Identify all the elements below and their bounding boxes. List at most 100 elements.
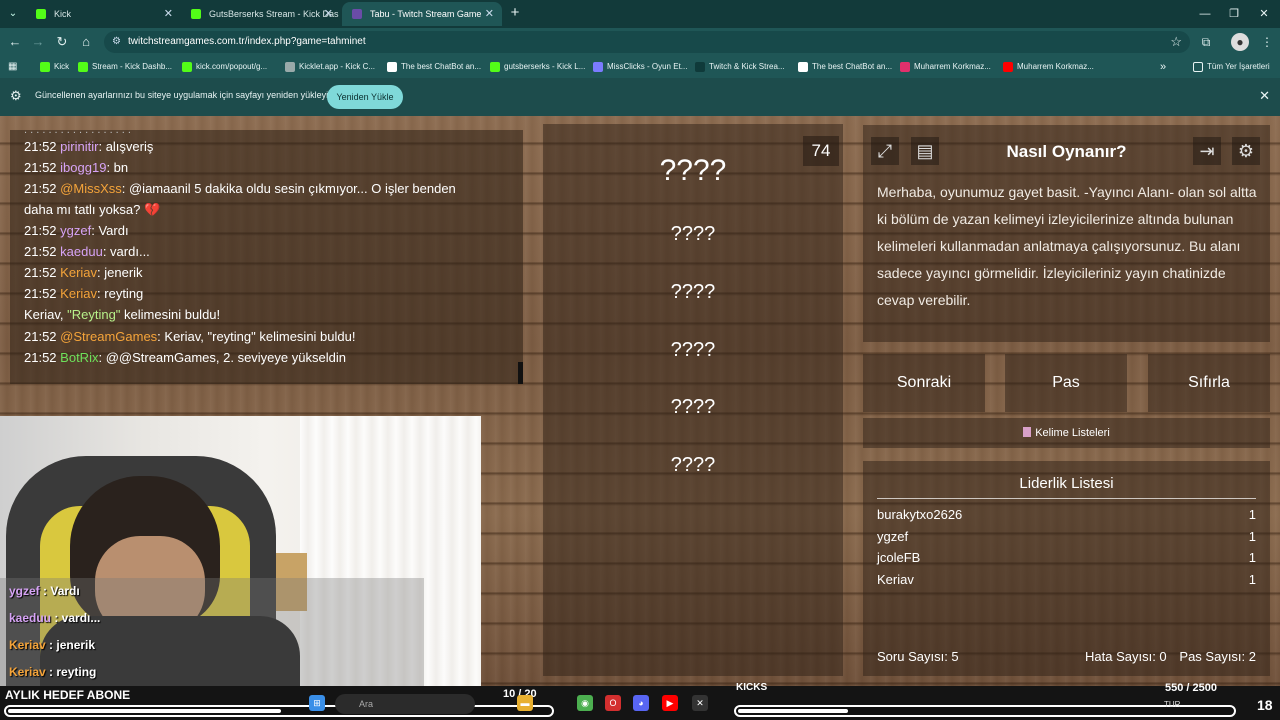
site-info-icon[interactable]: ⚙ xyxy=(112,31,121,53)
url-text: twitchstreamgames.com.tr/index.php?game=… xyxy=(128,36,366,47)
bookmark-item[interactable]: gutsberserks - Kick L... xyxy=(490,59,585,75)
apps-grid-icon[interactable]: ▦ xyxy=(8,59,17,75)
forward-button[interactable]: → xyxy=(29,33,47,51)
leaderboard-row: ygzef 1 xyxy=(877,529,1256,544)
minimize-button[interactable]: — xyxy=(1193,4,1217,24)
reload-button[interactable]: ↻ xyxy=(53,33,71,51)
site-favicon-icon xyxy=(695,62,705,72)
menu-kebab-icon[interactable]: ⋮ xyxy=(1258,33,1276,51)
goal-label: AYLIK HEDEF ABONE xyxy=(5,688,131,702)
chrome-icon[interactable]: ◉ xyxy=(577,695,593,711)
app-icon[interactable]: ✕ xyxy=(692,695,708,711)
cam-chat-line: ygzef : Vardı xyxy=(9,584,80,598)
new-tab-button[interactable]: + xyxy=(505,3,525,23)
hidden-main-word: ???? xyxy=(659,154,727,187)
leaderboard-row: Keriav 1 xyxy=(877,572,1256,587)
word-lists-label: Kelime Listeleri xyxy=(1035,427,1110,439)
home-button[interactable]: ⌂ xyxy=(77,33,95,51)
chat-scrollbar[interactable] xyxy=(518,362,523,384)
bookmark-item[interactable]: Kicklet.app - Kick C... xyxy=(285,59,375,75)
profile-avatar[interactable]: ● xyxy=(1231,33,1249,51)
bookmark-item[interactable]: Kick xyxy=(40,59,69,75)
bookmark-label: Tüm Yer İşaretleri xyxy=(1207,62,1270,71)
browser-tab[interactable]: Kick ✕ xyxy=(26,2,181,26)
back-button[interactable]: ← xyxy=(6,33,24,51)
tab-search-chevron-icon[interactable]: ⌄ xyxy=(4,5,22,23)
kicks-label: KICKS xyxy=(736,682,768,693)
file-explorer-icon[interactable]: ▬ xyxy=(517,695,533,711)
chatbot-favicon-icon xyxy=(798,62,808,72)
game-stats: Soru Sayısı: 5 Hata Sayısı: 0 Pas Sayısı… xyxy=(877,649,1256,664)
next-button[interactable]: Sonraki xyxy=(863,354,985,412)
bookmark-item[interactable]: The best ChatBot an... xyxy=(798,59,892,75)
chat-line: 21:52 @StreamGames: Keriav, "reyting" ke… xyxy=(24,329,356,344)
youtube-icon[interactable]: ▶ xyxy=(662,695,678,711)
hidden-banned-word: ???? xyxy=(670,454,716,476)
bookmark-item[interactable]: Twitch & Kick Strea... xyxy=(695,59,785,75)
bookmark-star-icon[interactable]: ☆ xyxy=(1170,31,1182,53)
book-icon xyxy=(1023,427,1032,437)
all-bookmarks-folder[interactable]: Tüm Yer İşaretleri xyxy=(1193,59,1270,75)
kick-favicon-icon xyxy=(36,9,46,19)
bookmark-item[interactable]: Muharrem Korkmaz... xyxy=(900,59,991,75)
reset-button[interactable]: Sıfırla xyxy=(1148,354,1270,412)
question-count: Soru Sayısı: 5 xyxy=(877,649,959,664)
close-tab-icon[interactable]: ✕ xyxy=(485,2,494,26)
extensions-icon[interactable]: ⧉ xyxy=(1197,33,1215,51)
leaderboard-row: burakytxo2626 1 xyxy=(877,507,1256,522)
pass-button[interactable]: Pas xyxy=(1005,354,1127,412)
chat-line: 21:52 ygzef: Vardı xyxy=(24,223,129,238)
opera-icon[interactable]: O xyxy=(605,695,621,711)
overlay-number: 18 xyxy=(1257,697,1273,713)
missclicks-favicon-icon xyxy=(593,62,603,72)
reload-page-button[interactable]: Yeniden Yükle xyxy=(327,85,403,109)
bookmark-label: gutsberserks - Kick L... xyxy=(504,62,586,71)
bookmark-label: Muharrem Korkmaz... xyxy=(914,62,991,71)
discord-icon[interactable]: ◕ xyxy=(633,695,649,711)
close-infobar-icon[interactable]: ✕ xyxy=(1259,88,1270,104)
browser-tab-active[interactable]: Tabu - Twitch Stream Game ✕ xyxy=(342,2,502,26)
kick-favicon-icon xyxy=(78,62,88,72)
url-field[interactable]: ⚙ twitchstreamgames.com.tr/index.php?gam… xyxy=(104,31,1190,53)
close-tab-icon[interactable]: ✕ xyxy=(324,2,333,26)
bookmark-label: Muharrem Korkmaz... xyxy=(1017,62,1094,71)
hidden-banned-word: ???? xyxy=(670,281,716,303)
logout-icon[interactable]: ⇥ xyxy=(1193,137,1221,165)
youtube-favicon-icon xyxy=(1003,62,1013,72)
goal-progress-fill xyxy=(8,709,281,713)
game-page: . . . . . . . . . . . . . . . . . . 21:5… xyxy=(0,116,1280,686)
kick-favicon-icon xyxy=(490,62,500,72)
word-lists-button[interactable]: Kelime Listeleri xyxy=(863,418,1270,448)
windows-start-icon[interactable]: ⊞ xyxy=(309,695,325,711)
taskbar-search[interactable]: Ara xyxy=(335,694,475,714)
reload-infobar: ⚙ Güncellenen ayarlarınızı bu siteye uyg… xyxy=(0,78,1280,116)
webcam-overlay: ygzef : Vardı kaeduu : vardı... Keriav :… xyxy=(0,416,481,686)
taskbar-search-label: Ara xyxy=(359,699,374,709)
bookmark-item[interactable]: Muharrem Korkmaz... xyxy=(1003,59,1094,75)
instagram-favicon-icon xyxy=(900,62,910,72)
close-window-button[interactable]: ✕ xyxy=(1252,4,1276,24)
bookmark-label: Twitch & Kick Strea... xyxy=(709,62,785,71)
close-tab-icon[interactable]: ✕ xyxy=(164,2,173,26)
bookmark-label: kick.com/popout/g... xyxy=(196,62,268,71)
more-bookmarks-chevron-icon[interactable]: » xyxy=(1160,59,1166,75)
leaderboard-row: jcoleFB 1 xyxy=(877,550,1256,565)
chat-line: daha mı tatlı yoksa? 💔 xyxy=(24,202,161,217)
browser-tab[interactable]: GutsBerserks Stream - Kick Das ✕ xyxy=(181,2,341,26)
bookmark-item[interactable]: MissClicks - Oyun Et... xyxy=(593,59,687,75)
settings-gear-icon[interactable]: ⚙ xyxy=(1232,137,1260,165)
settings-gear-icon: ⚙ xyxy=(10,88,22,103)
bookmark-item[interactable]: kick.com/popout/g... xyxy=(182,59,267,75)
word-panel: 74 ???? ???? ???? ???? ???? ???? xyxy=(543,124,843,676)
how-to-play-description: Merhaba, oyunumuz gayet basit. -Yayıncı … xyxy=(877,184,1257,308)
address-bar-row: ← → ↻ ⌂ ⚙ twitchstreamgames.com.tr/index… xyxy=(0,28,1280,56)
keyboard-language[interactable]: TUR xyxy=(1164,700,1180,709)
kicks-count: 550 / 2500 xyxy=(1165,682,1217,694)
bookmark-item[interactable]: The best ChatBot an... xyxy=(387,59,481,75)
restore-button[interactable]: ❐ xyxy=(1222,4,1246,24)
cam-chat-line: kaeduu : vardı... xyxy=(9,611,101,625)
cam-chat-line: Keriav : reyting xyxy=(9,665,97,679)
tab-strip: ⌄ Kick ✕ GutsBerserks Stream - Kick Das … xyxy=(0,0,1280,28)
tab-title: GutsBerserks Stream - Kick Das xyxy=(209,9,339,19)
bookmark-item[interactable]: Stream - Kick Dashb... xyxy=(78,59,172,75)
